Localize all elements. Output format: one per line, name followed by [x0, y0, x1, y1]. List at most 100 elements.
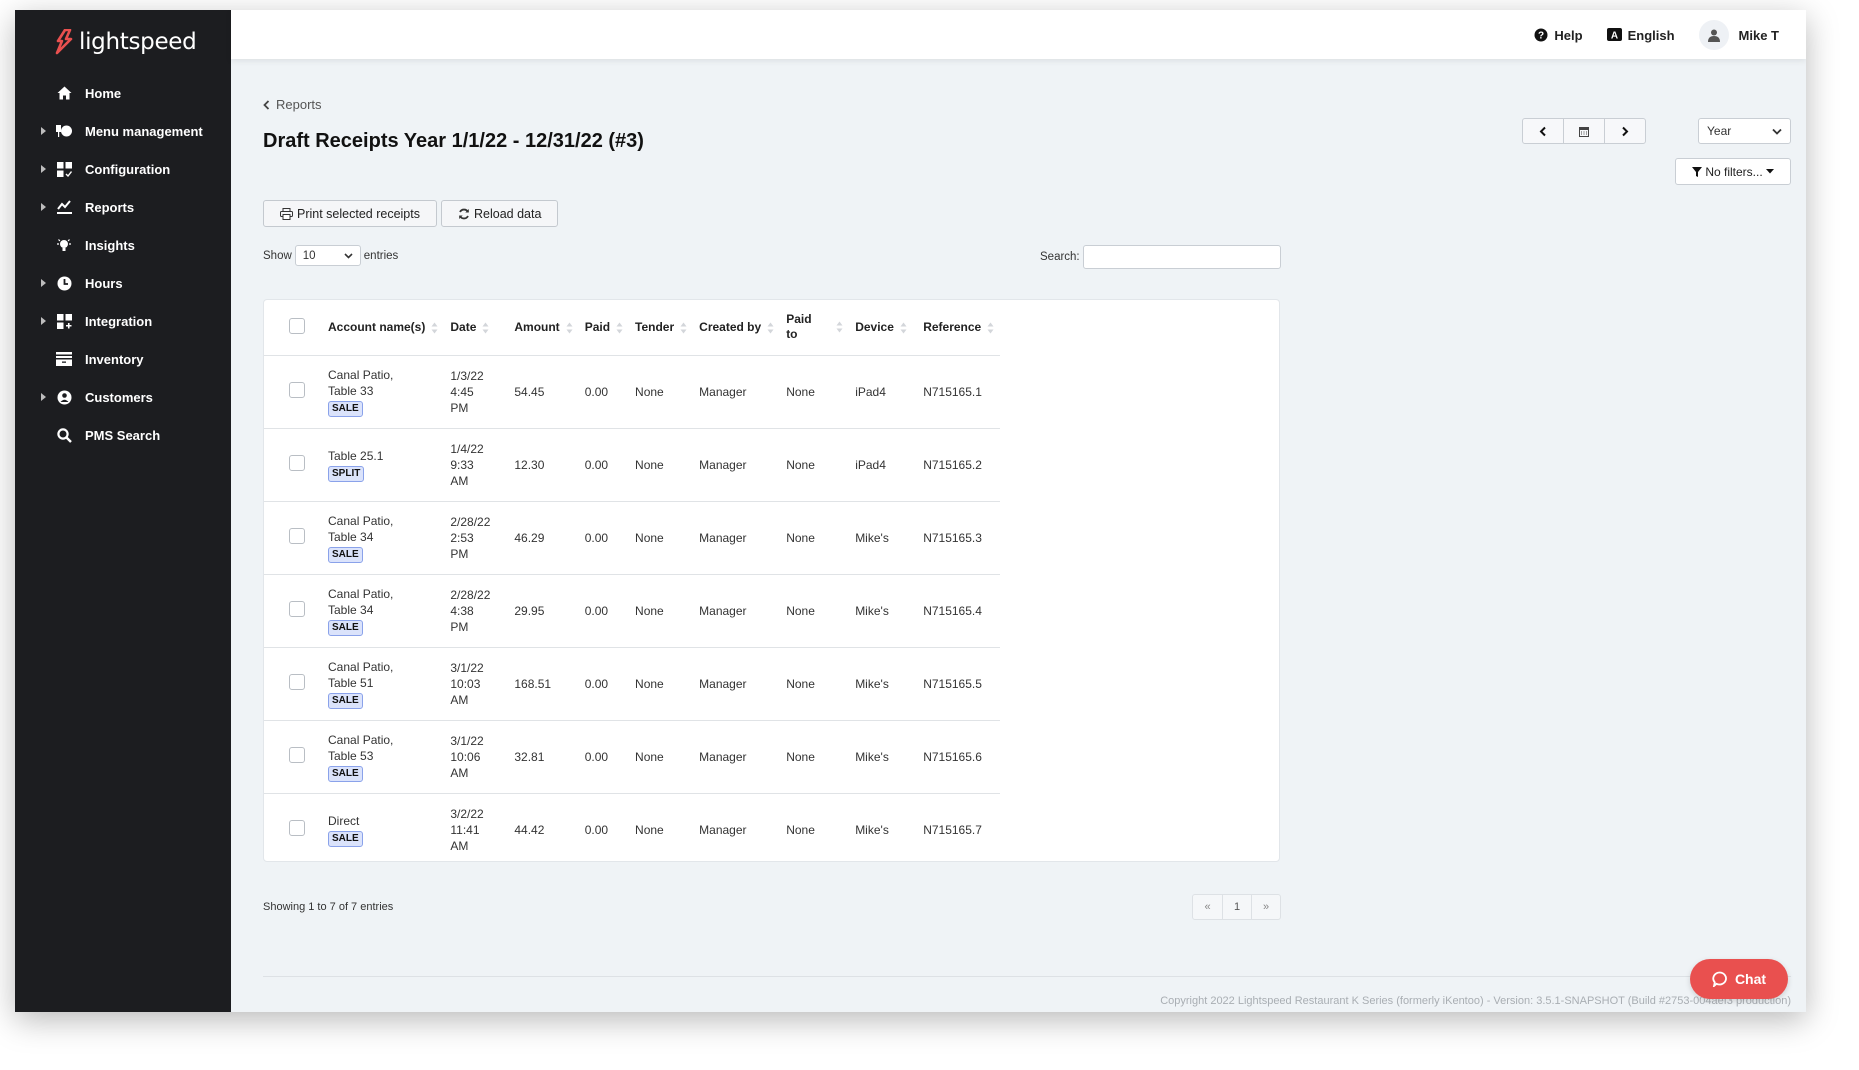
row-checkbox[interactable] — [289, 527, 305, 544]
expand-caret-icon[interactable] — [41, 393, 46, 401]
date-cell: 2/28/22 2:53 PM — [444, 501, 509, 575]
sidebar-item-insights[interactable]: Insights — [15, 226, 231, 264]
created-by-cell: Manager — [699, 822, 747, 837]
pagination-previous[interactable]: « — [1193, 895, 1222, 919]
previous-period-button[interactable] — [1522, 118, 1564, 144]
lightspeed-logo[interactable]: lightspeed — [55, 22, 197, 62]
entries-per-page-select[interactable]: 10 — [294, 245, 361, 266]
table-row[interactable]: Direct SALE 3/2/22 11:41 AM 44.42 0.00 None Mana… — [264, 793, 1000, 866]
sidebar-item-menu-management[interactable]: Menu management — [15, 112, 231, 150]
search-input[interactable] — [1082, 245, 1281, 269]
table-row[interactable]: Canal Patio, Table 51 SALE 3/1/22 10:03 AM 168… — [264, 647, 1001, 721]
row-checkbox[interactable] — [289, 454, 305, 471]
sidebar-item-hours[interactable]: Hours — [15, 264, 231, 302]
receipt-type-badge: SALE — [328, 830, 363, 847]
account-cell: Canal Patio, Table 33 SALE — [322, 355, 445, 429]
reference-cell: N715165.7 — [923, 822, 982, 837]
ampm-value: PM — [450, 400, 469, 415]
expand-caret-icon[interactable] — [41, 165, 46, 173]
paid-cell: 0.00 — [578, 355, 630, 429]
table-row[interactable]: Canal Patio, Table 34 SALE 2/28/22 4:38 PM 29.… — [264, 574, 1001, 648]
row-checkbox[interactable] — [289, 746, 305, 763]
column-header-paid-to[interactable]: Paid to — [780, 300, 850, 356]
print-selected-receipts-button[interactable]: Print selected receipts — [263, 200, 437, 227]
column-header-account-name-s[interactable]: Account name(s) — [322, 300, 445, 356]
row-checkbox[interactable] — [289, 600, 305, 617]
account-table: Table 34 — [328, 602, 374, 617]
next-period-button[interactable] — [1604, 118, 1646, 144]
expand-caret-icon[interactable] — [41, 279, 46, 287]
chat-button[interactable]: Chat — [1690, 959, 1788, 999]
pagination: « 1 » — [1192, 894, 1281, 920]
expand-caret-icon[interactable] — [41, 203, 46, 211]
sort-arrows-icon[interactable] — [767, 322, 774, 334]
sort-arrows-icon[interactable] — [680, 322, 687, 334]
paid-cell: 0.00 — [584, 822, 609, 837]
sort-arrows-icon[interactable] — [836, 321, 843, 333]
page-title: Draft Receipts Year 1/1/22 - 12/31/22 (#… — [263, 130, 644, 152]
time-value: 2:53 — [450, 530, 474, 545]
breadcrumb-back-reports[interactable]: Reports — [263, 97, 322, 112]
sort-arrows-icon[interactable] — [987, 322, 994, 334]
column-header-date[interactable]: Date — [444, 300, 509, 356]
sort-arrows-icon[interactable] — [900, 322, 907, 334]
ampm-value: AM — [450, 765, 469, 780]
chevron-down-icon — [344, 252, 353, 259]
filters-label: No filters... — [1705, 164, 1763, 179]
help-link[interactable]: ? Help — [1534, 27, 1583, 43]
sidebar-item-reports[interactable]: Reports — [15, 188, 231, 226]
period-select[interactable]: Year — [1698, 118, 1791, 144]
column-header-paid[interactable]: Paid — [578, 300, 630, 356]
table-row[interactable]: Canal Patio, Table 33 SALE 1/3/22 4:45 PM 54.4… — [264, 355, 1001, 429]
reload-data-button[interactable]: Reload data — [440, 200, 559, 227]
row-checkbox[interactable] — [289, 673, 305, 690]
receipt-type-badge: SALE — [328, 692, 363, 709]
expand-caret-icon[interactable] — [41, 317, 46, 325]
column-header-reference[interactable]: Reference — [917, 300, 1001, 356]
filters-dropdown-button[interactable]: No filters... — [1675, 158, 1791, 185]
sort-arrows-icon[interactable] — [482, 322, 489, 334]
breadcrumb-label: Reports — [276, 97, 322, 112]
pagination-page-1[interactable]: 1 — [1222, 895, 1251, 919]
ampm-value: AM — [450, 473, 469, 488]
brand-name: lightspeed — [79, 29, 197, 55]
column-header-amount[interactable]: Amount — [508, 300, 579, 356]
integration-icon — [55, 312, 73, 330]
sort-arrows-icon[interactable] — [431, 322, 438, 334]
sidebar-item-pms-search[interactable]: PMS Search — [15, 416, 231, 454]
column-header-created-by[interactable]: Created by — [693, 300, 781, 356]
date-cell: 1/4/22 9:33 AM — [444, 428, 509, 502]
sidebar-item-integration[interactable]: Integration — [15, 302, 231, 340]
refresh-icon — [459, 208, 469, 219]
pagination-next[interactable]: » — [1251, 895, 1280, 919]
row-checkbox[interactable] — [289, 819, 305, 836]
sidebar-item-home[interactable]: Home — [15, 74, 231, 112]
sidebar-item-label: Customers — [85, 389, 153, 405]
user-menu[interactable]: Mike T — [1698, 20, 1779, 50]
table-row[interactable]: Table 25.1 SPLIT 1/4/22 9:33 AM 12.30 0.00 None… — [264, 428, 1001, 502]
tender-cell: None — [629, 720, 694, 794]
sort-arrows-icon[interactable] — [566, 322, 573, 334]
sidebar-item-inventory[interactable]: Inventory — [15, 340, 231, 378]
chevron-down-icon — [1772, 128, 1782, 135]
expand-caret-icon[interactable] — [41, 127, 46, 135]
language-selector[interactable]: A English — [1606, 28, 1675, 43]
table-row[interactable]: Canal Patio, Table 53 SALE 3/1/22 10:06 AM 32.… — [264, 720, 1001, 794]
sidebar-item-customers[interactable]: Customers — [15, 378, 231, 416]
amount-cell: 29.95 — [508, 574, 579, 648]
tender-cell: None — [629, 501, 694, 575]
row-checkbox[interactable] — [289, 381, 305, 398]
sidebar-item-configuration[interactable]: Configuration — [15, 150, 231, 188]
select-all-checkbox[interactable] — [289, 317, 305, 334]
calendar-button[interactable] — [1563, 118, 1605, 144]
main-content: Reports Draft Receipts Year 1/1/22 - 12/… — [231, 59, 1806, 1012]
column-header-tender[interactable]: Tender — [629, 300, 694, 356]
date-value: 3/2/22 — [450, 806, 484, 821]
row-select-cell — [264, 647, 322, 721]
table-row[interactable]: Canal Patio, Table 34 SALE 2/28/22 2:53 PM 46.… — [264, 501, 1001, 575]
lightspeed-flame-icon — [55, 29, 73, 55]
column-header-device[interactable]: Device — [849, 300, 918, 356]
help-label: Help — [1554, 27, 1583, 43]
sort-arrows-icon[interactable] — [616, 322, 623, 334]
user-name: Mike T — [1738, 27, 1779, 43]
